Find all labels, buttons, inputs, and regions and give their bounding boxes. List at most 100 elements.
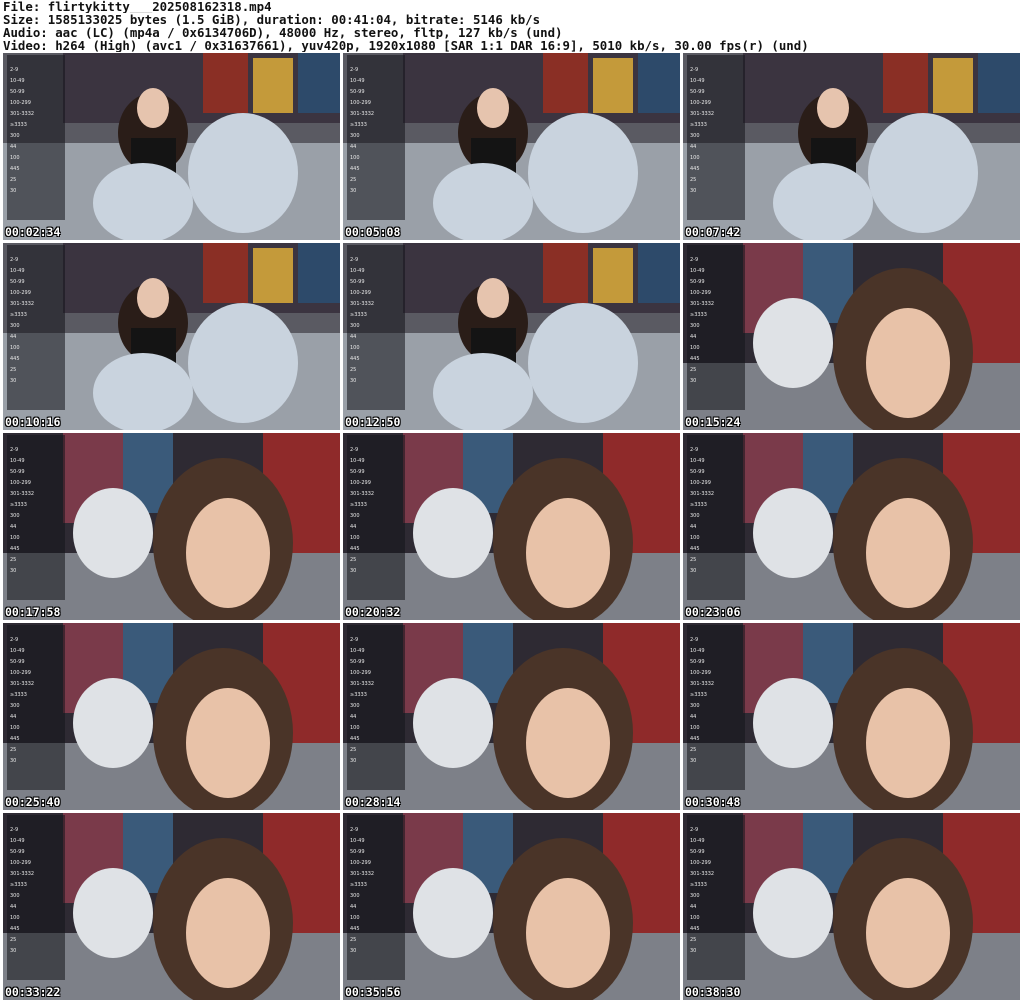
overlay-row: 100 [10,915,20,921]
stream-overlay-panel: 2-9 10-49 50-99 100-299 301-3332 ≥3333 300 44 10… [687,435,745,600]
overlay-row: 2-9 [690,637,699,643]
overlay-row: 2-9 [10,67,19,73]
overlay-row: 100-299 [10,480,31,486]
overlay-row: 25 [690,367,697,373]
overlay-row: 25 [10,747,17,753]
thumbnail-timestamp: 00:33:22 [5,985,61,999]
overlay-row: 100-299 [350,290,371,296]
stream-overlay-panel: 2-9 10-49 50-99 100-299 301-3332 ≥3333 300 44 10… [7,625,65,790]
overlay-row: 50-99 [10,849,25,855]
overlay-row: ≥3333 [350,882,367,888]
overlay-row: 30 [690,568,697,574]
overlay-row: 2-9 [10,637,19,643]
overlay-row: 50-99 [10,89,25,95]
overlay-row: 10-49 [350,838,365,844]
overlay-row: 300 [10,323,20,329]
stream-overlay-panel: 2-9 10-49 50-99 100-299 301-3332 ≥3333 300 44 10… [347,815,405,980]
overlay-row: 100-299 [690,860,711,866]
overlay-row: 445 [10,356,20,362]
overlay-row: ≥3333 [350,122,367,128]
overlay-row: 10-49 [10,78,25,84]
overlay-row: 10-49 [10,458,25,464]
video-thumbnail: 2-9 10-49 50-99 100-299 301-3332 ≥3333 300 44 10… [683,433,1020,620]
stream-overlay-panel: 2-9 10-49 50-99 100-299 301-3332 ≥3333 300 44 10… [687,815,745,980]
overlay-row: 50-99 [10,279,25,285]
overlay-row: 445 [690,736,700,742]
overlay-row: 10-49 [690,838,705,844]
overlay-row: 301-3332 [350,301,375,307]
overlay-row: 44 [350,904,357,910]
overlay-row: 10-49 [350,268,365,274]
file-size-line: Size: 1585133025 bytes (1.5 GiB), durati… [3,13,541,26]
thumbnail-timestamp: 00:12:50 [345,415,401,429]
overlay-row: 2-9 [350,67,359,73]
overlay-row: 10-49 [10,838,25,844]
overlay-row: 445 [350,926,360,932]
overlay-row: 100-299 [10,100,31,106]
overlay-row: 300 [10,513,20,519]
overlay-row: 300 [350,513,360,519]
overlay-row: 25 [350,557,357,563]
overlay-row: 25 [10,557,17,563]
thumbnail-timestamp: 00:35:56 [345,985,401,999]
overlay-row: 300 [350,323,360,329]
overlay-row: 100 [690,535,700,541]
overlay-row: 300 [10,893,20,899]
overlay-row: 2-9 [10,447,19,453]
thumbnail-timestamp: 00:23:06 [685,605,741,619]
overlay-row: 2-9 [350,827,359,833]
audio-info-line: Audio: aac (LC) (mp4a / 0x6134706D), 480… [3,26,563,39]
thumbnail-timestamp: 00:17:58 [5,605,61,619]
overlay-row: 301-3332 [690,681,715,687]
overlay-row: 44 [350,144,357,150]
overlay-row: 44 [10,904,17,910]
overlay-row: 2-9 [350,257,359,263]
overlay-row: 300 [690,893,700,899]
video-thumbnail: 2-9 10-49 50-99 100-299 301-3332 ≥3333 300 44 10… [3,243,340,430]
overlay-row: 2-9 [10,827,19,833]
overlay-row: 2-9 [350,637,359,643]
overlay-row: 100 [690,345,700,351]
overlay-row: 100 [350,725,360,731]
overlay-row: 100 [10,535,20,541]
thumbnail-timestamp: 00:30:48 [685,795,741,809]
overlay-row: 300 [350,893,360,899]
overlay-row: ≥3333 [690,312,707,318]
overlay-row: ≥3333 [10,122,27,128]
overlay-row: 30 [350,948,357,954]
video-thumbnail: 2-9 10-49 50-99 100-299 301-3332 ≥3333 300 44 10… [3,813,340,1000]
overlay-row: 301-3332 [10,871,35,877]
overlay-row: 300 [690,133,700,139]
overlay-row: 25 [350,177,357,183]
stream-overlay-panel: 2-9 10-49 50-99 100-299 301-3332 ≥3333 300 44 10… [347,625,405,790]
overlay-row: 25 [690,747,697,753]
overlay-row: 2-9 [10,257,19,263]
overlay-row: 301-3332 [350,491,375,497]
thumbnail-timestamp: 00:15:24 [685,415,741,429]
overlay-row: 445 [10,546,20,552]
overlay-row: 30 [10,568,17,574]
overlay-row: 30 [10,758,17,764]
overlay-row: 50-99 [350,89,365,95]
overlay-row: 50-99 [690,89,705,95]
overlay-row: ≥3333 [350,312,367,318]
overlay-row: 10-49 [690,268,705,274]
overlay-row: 445 [690,356,700,362]
video-thumbnail: 2-9 10-49 50-99 100-299 301-3332 ≥3333 300 44 10… [343,813,680,1000]
overlay-row: 10-49 [350,648,365,654]
overlay-row: 100 [690,915,700,921]
stream-overlay-panel: 2-9 10-49 50-99 100-299 301-3332 ≥3333 300 44 10… [347,245,405,410]
overlay-row: 30 [690,378,697,384]
video-thumbnail: 2-9 10-49 50-99 100-299 301-3332 ≥3333 300 44 10… [3,623,340,810]
overlay-row: ≥3333 [350,692,367,698]
overlay-row: 44 [690,144,697,150]
overlay-row: ≥3333 [10,312,27,318]
overlay-row: 25 [10,177,17,183]
overlay-row: 2-9 [350,447,359,453]
overlay-row: 10-49 [690,458,705,464]
overlay-row: 44 [10,334,17,340]
overlay-row: 50-99 [690,469,705,475]
overlay-row: 100 [350,915,360,921]
overlay-row: 30 [690,948,697,954]
overlay-row: 2-9 [690,257,699,263]
